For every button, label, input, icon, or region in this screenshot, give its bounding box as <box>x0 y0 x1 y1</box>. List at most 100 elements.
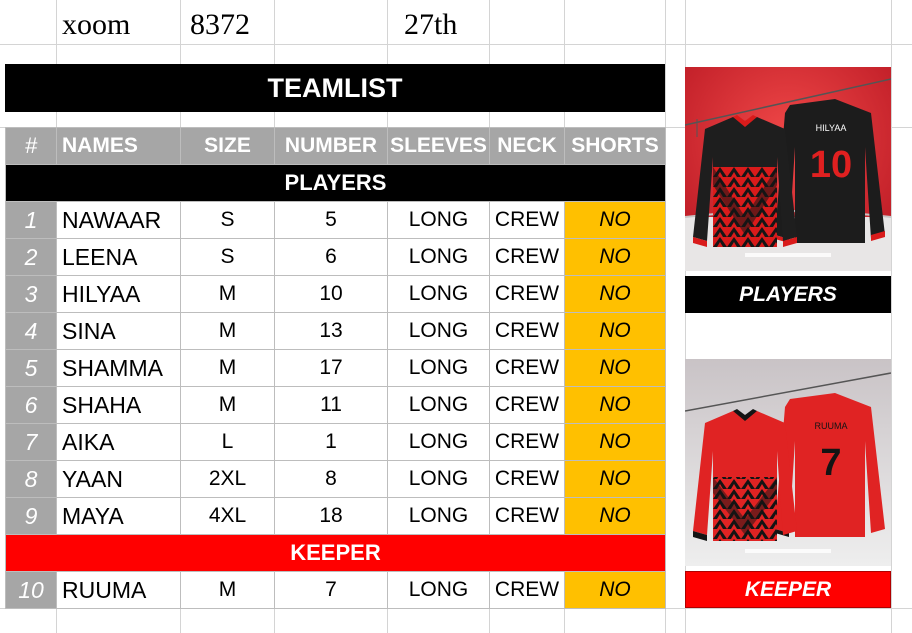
keeper-section-header[interactable]: KEEPER <box>5 534 666 572</box>
players-jersey-back-number: 10 <box>810 144 852 186</box>
cell-size[interactable]: L <box>180 423 275 461</box>
cell-number[interactable]: 10 <box>274 275 388 313</box>
cell-name[interactable]: RUUMA <box>56 571 181 609</box>
cell-shorts[interactable]: NO <box>564 312 666 350</box>
cell-shorts[interactable]: NO <box>564 497 666 535</box>
cell-number[interactable]: 6 <box>274 238 388 276</box>
cell-size[interactable]: M <box>180 275 275 313</box>
keeper-label[interactable]: KEEPER <box>685 571 891 608</box>
cell-size[interactable]: M <box>180 349 275 387</box>
players-section-header[interactable]: PLAYERS <box>5 164 666 202</box>
cell-index[interactable]: 7 <box>5 423 57 461</box>
table-row: 10 RUUMA M 7 LONG CREW NO <box>5 571 666 609</box>
cell-number[interactable]: 5 <box>274 201 388 239</box>
cell-shorts[interactable]: NO <box>564 349 666 387</box>
cell-shorts[interactable]: NO <box>564 386 666 424</box>
keeper-jersey-back-number: 7 <box>820 442 841 484</box>
cell-name[interactable]: SINA <box>56 312 181 350</box>
teamlist-title[interactable]: TEAMLIST <box>5 64 665 112</box>
cell-sleeves[interactable]: LONG <box>387 423 490 461</box>
col-header-number[interactable]: NUMBER <box>274 127 388 165</box>
cell-neck[interactable]: CREW <box>489 423 565 461</box>
players-label[interactable]: PLAYERS <box>685 276 891 313</box>
cell-index[interactable]: 1 <box>5 201 57 239</box>
cell-index[interactable]: 10 <box>5 571 57 609</box>
cell-size[interactable]: 4XL <box>180 497 275 535</box>
table-row: 4 SINA M 13 LONG CREW NO <box>5 312 666 350</box>
cell-sleeves[interactable]: LONG <box>387 497 490 535</box>
keeper-jersey-back-name: RUUMA <box>815 421 848 431</box>
cell-index[interactable]: 4 <box>5 312 57 350</box>
cell-sleeves[interactable]: LONG <box>387 275 490 313</box>
cell-size[interactable]: S <box>180 238 275 276</box>
cell-sleeves[interactable]: LONG <box>387 386 490 424</box>
col-header-hash[interactable]: # <box>5 127 57 165</box>
cell-name[interactable]: YAAN <box>56 460 181 498</box>
cell-shorts[interactable]: NO <box>564 201 666 239</box>
cell-size[interactable]: M <box>180 312 275 350</box>
cell-number[interactable]: 17 <box>274 349 388 387</box>
cell-sleeves[interactable]: LONG <box>387 460 490 498</box>
col-header-names[interactable]: NAMES <box>56 127 181 165</box>
cell-shorts[interactable]: NO <box>564 460 666 498</box>
cell-size[interactable]: M <box>180 386 275 424</box>
cell-sleeves[interactable]: LONG <box>387 349 490 387</box>
cell-shorts[interactable]: NO <box>564 571 666 609</box>
table-row: 8 YAAN 2XL 8 LONG CREW NO <box>5 460 666 498</box>
cell-number[interactable]: 13 <box>274 312 388 350</box>
table-row: 5 SHAMMA M 17 LONG CREW NO <box>5 349 666 387</box>
header-cell-3[interactable]: 27th <box>404 8 457 42</box>
cell-name[interactable]: HILYAA <box>56 275 181 313</box>
col-header-size[interactable]: SIZE <box>180 127 275 165</box>
cell-size[interactable]: 2XL <box>180 460 275 498</box>
cell-name[interactable]: NAWAAR <box>56 201 181 239</box>
cell-sleeves[interactable]: LONG <box>387 571 490 609</box>
cell-index[interactable]: 6 <box>5 386 57 424</box>
cell-shorts[interactable]: NO <box>564 275 666 313</box>
table-row: 2 LEENA S 6 LONG CREW NO <box>5 238 666 276</box>
cell-neck[interactable]: CREW <box>489 275 565 313</box>
table-row: 6 SHAHA M 11 LONG CREW NO <box>5 386 666 424</box>
keeper-jersey-image: RUUMA 7 <box>685 359 891 566</box>
cell-number[interactable]: 7 <box>274 571 388 609</box>
cell-index[interactable]: 2 <box>5 238 57 276</box>
cell-name[interactable]: AIKA <box>56 423 181 461</box>
cell-size[interactable]: S <box>180 201 275 239</box>
cell-sleeves[interactable]: LONG <box>387 201 490 239</box>
cell-name[interactable]: SHAHA <box>56 386 181 424</box>
cell-number[interactable]: 1 <box>274 423 388 461</box>
cell-sleeves[interactable]: LONG <box>387 312 490 350</box>
cell-neck[interactable]: CREW <box>489 571 565 609</box>
cell-name[interactable]: MAYA <box>56 497 181 535</box>
col-header-sleeves[interactable]: SLEEVES <box>387 127 490 165</box>
cell-number[interactable]: 8 <box>274 460 388 498</box>
cell-index[interactable]: 9 <box>5 497 57 535</box>
players-jersey-back-name: HILYAA <box>816 123 847 133</box>
column-header-row: # NAMES SIZE NUMBER SLEEVES NECK SHORTS <box>5 127 666 165</box>
cell-number[interactable]: 18 <box>274 497 388 535</box>
col-header-shorts[interactable]: SHORTS <box>564 127 666 165</box>
cell-number[interactable]: 11 <box>274 386 388 424</box>
roster-table: # NAMES SIZE NUMBER SLEEVES NECK SHORTS … <box>5 127 666 609</box>
table-row: 3 HILYAA M 10 LONG CREW NO <box>5 275 666 313</box>
cell-index[interactable]: 8 <box>5 460 57 498</box>
table-row: 1 NAWAAR S 5 LONG CREW NO <box>5 201 666 239</box>
cell-neck[interactable]: CREW <box>489 460 565 498</box>
cell-index[interactable]: 3 <box>5 275 57 313</box>
cell-neck[interactable]: CREW <box>489 312 565 350</box>
col-header-neck[interactable]: NECK <box>489 127 565 165</box>
cell-neck[interactable]: CREW <box>489 386 565 424</box>
cell-shorts[interactable]: NO <box>564 423 666 461</box>
cell-size[interactable]: M <box>180 571 275 609</box>
cell-name[interactable]: LEENA <box>56 238 181 276</box>
header-cell-2[interactable]: 8372 <box>190 8 250 42</box>
cell-neck[interactable]: CREW <box>489 201 565 239</box>
cell-neck[interactable]: CREW <box>489 349 565 387</box>
cell-neck[interactable]: CREW <box>489 497 565 535</box>
cell-index[interactable]: 5 <box>5 349 57 387</box>
cell-name[interactable]: SHAMMA <box>56 349 181 387</box>
cell-shorts[interactable]: NO <box>564 238 666 276</box>
cell-sleeves[interactable]: LONG <box>387 238 490 276</box>
cell-neck[interactable]: CREW <box>489 238 565 276</box>
header-cell-1[interactable]: xoom <box>62 8 130 42</box>
